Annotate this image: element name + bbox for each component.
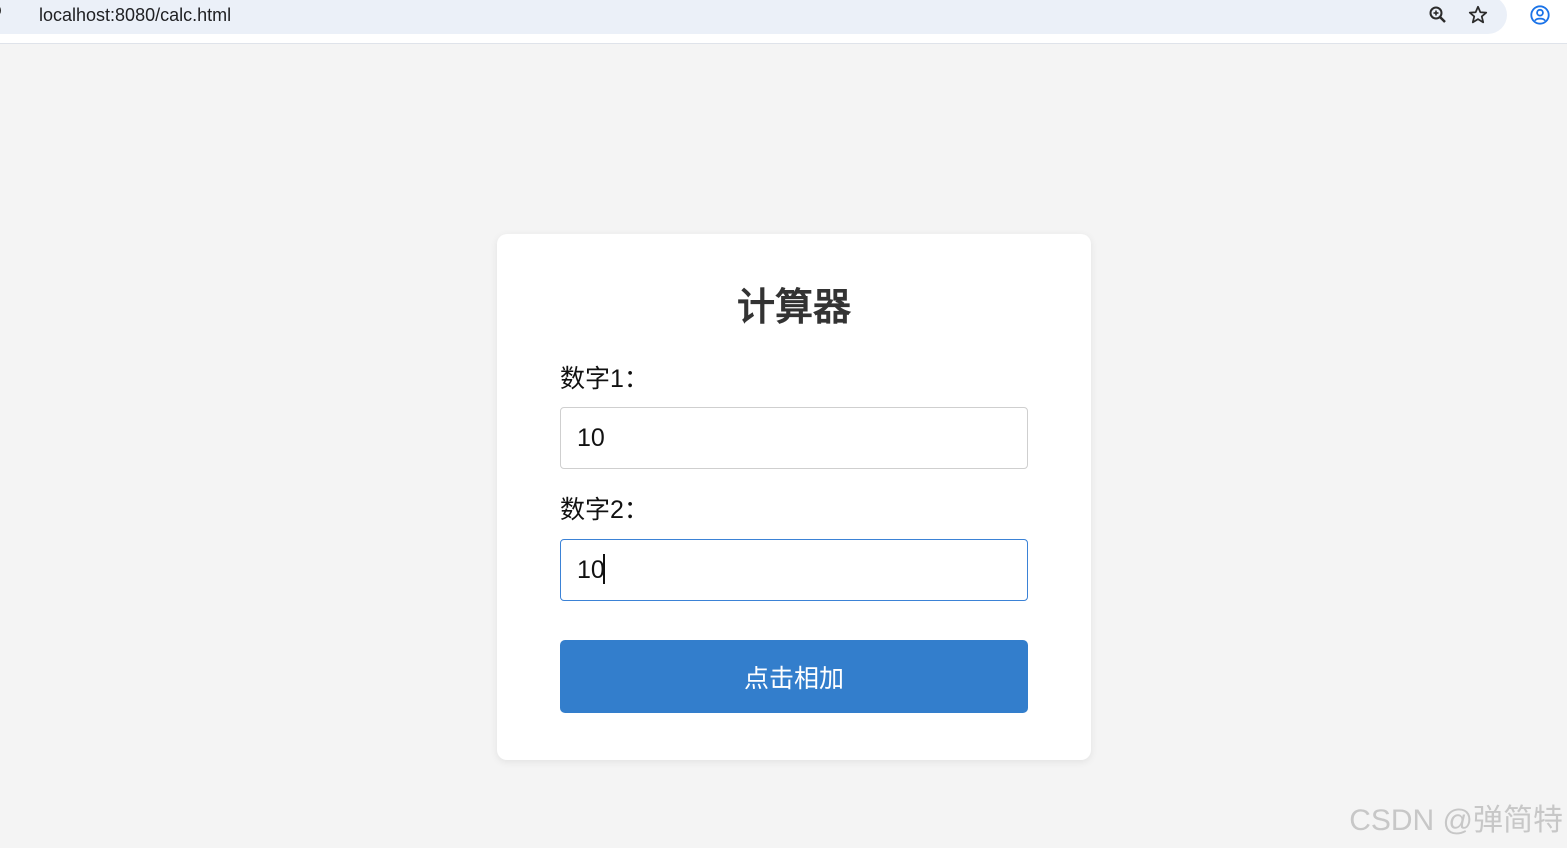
number2-input[interactable]	[560, 539, 1028, 601]
number2-label: 数字2：	[560, 496, 649, 524]
text-caret	[603, 554, 605, 584]
number1-label: 数字1：	[560, 365, 649, 393]
calculator-title: 计算器	[736, 287, 851, 329]
number1-input[interactable]	[560, 407, 1028, 469]
browser-toolbar: i localhost:8080/calc.html	[0, 0, 1567, 44]
profile-icon[interactable]	[1529, 4, 1551, 26]
add-button[interactable]: 点击相加	[560, 640, 1028, 713]
calculator-card: 计算器 数字1： 数字2： 点击相加	[497, 234, 1091, 760]
watermark: CSDN @弹简特	[1349, 804, 1563, 837]
info-icon[interactable]: i	[0, 4, 1, 17]
address-url[interactable]: localhost:8080/calc.html	[39, 4, 231, 26]
star-icon[interactable]	[1467, 4, 1489, 26]
zoom-icon[interactable]	[1427, 4, 1449, 26]
